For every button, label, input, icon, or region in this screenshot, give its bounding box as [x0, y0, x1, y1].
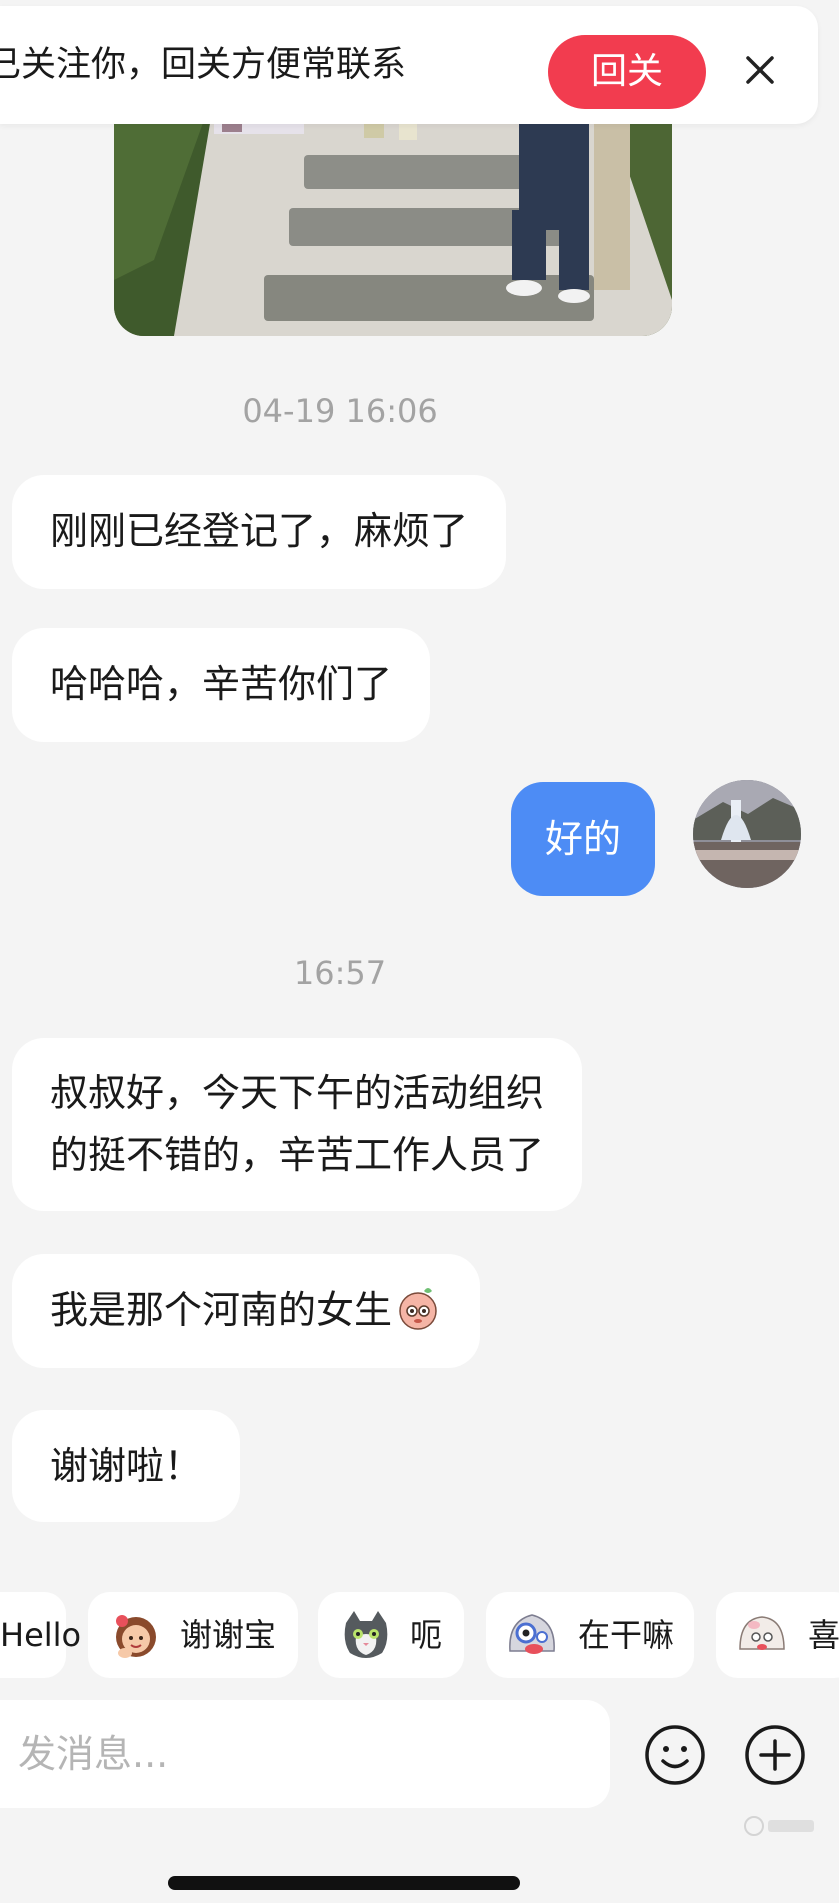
message-bubble-incoming[interactable]: 谢谢啦！ [12, 1410, 241, 1522]
quick-reply-label: 呃 [410, 1616, 443, 1654]
message-input[interactable]: 发消息... [0, 1700, 610, 1808]
message-bubble-outgoing[interactable]: 好的 [511, 782, 656, 896]
blushing-sticker-icon [399, 1288, 437, 1330]
happy-sticker-icon [739, 1616, 785, 1650]
message-bubble-incoming[interactable]: 我是那个河南的女生 [12, 1254, 481, 1368]
quick-reply-label: 在干嘛 [578, 1616, 675, 1654]
quick-reply-label: Hello [0, 1616, 82, 1654]
message-bubble-incoming[interactable]: 哈哈哈，辛苦你们了 [12, 628, 431, 742]
quick-reply-label: 谢谢宝 [180, 1616, 277, 1654]
avatar[interactable] [693, 780, 801, 888]
cat-sticker-icon [344, 1611, 388, 1658]
message-text: 我是那个河南的女生 [50, 1288, 393, 1332]
follow-back-button[interactable]: 回关 [548, 35, 706, 109]
quick-reply-chip[interactable]: 谢谢宝 [88, 1592, 298, 1678]
quick-reply-chip[interactable]: 喜 [716, 1592, 839, 1678]
follow-back-banner: 已关注你，回关方便常联系 回关 [0, 6, 818, 124]
quick-reply-chip[interactable]: Hello [0, 1592, 81, 1678]
peeking-sticker-icon [509, 1614, 555, 1654]
close-icon[interactable] [742, 52, 778, 88]
home-indicator [168, 1876, 520, 1890]
thanks-girl-sticker-icon [116, 1615, 156, 1658]
quick-reply-chip[interactable]: 呃 [318, 1592, 464, 1678]
message-timestamp: 04-19 16:06 [242, 392, 438, 430]
quick-reply-label: 喜 [808, 1616, 839, 1654]
follow-banner-text: 已关注你，回关方便常联系 [0, 45, 407, 85]
emoji-icon[interactable] [644, 1724, 706, 1786]
message-line: 的挺不错的，辛苦工作人员了 [50, 1133, 545, 1177]
message-bubble-incoming[interactable]: 刚刚已经登记了，麻烦了 [12, 475, 507, 589]
quick-reply-chip[interactable]: 在干嘛 [486, 1592, 694, 1678]
message-bubble-incoming[interactable]: 叔叔好，今天下午的活动组织 的挺不错的，辛苦工作人员了 [12, 1038, 583, 1211]
quick-reply-bar: Hello 谢谢宝 呃 在干嘛 喜 [0, 1592, 839, 1680]
message-line: 叔叔好，今天下午的活动组织 [50, 1071, 545, 1115]
watermark-logo-icon [744, 1816, 814, 1836]
plus-icon[interactable] [744, 1724, 806, 1786]
message-timestamp: 16:57 [293, 954, 387, 992]
